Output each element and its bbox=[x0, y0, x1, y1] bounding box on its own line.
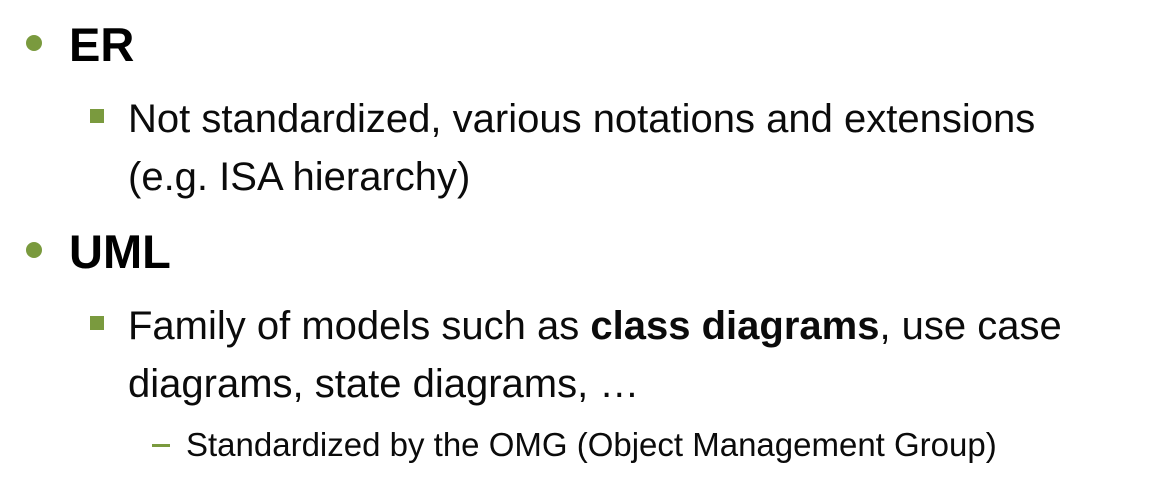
er-description-line2: (e.g. ISA hierarchy) bbox=[128, 155, 471, 199]
heading-uml: UML bbox=[69, 225, 171, 278]
circle-bullet-icon bbox=[26, 242, 42, 258]
uml-description-line1: Family of models such as class diagrams,… bbox=[128, 297, 1062, 355]
square-bullet-icon bbox=[90, 316, 104, 330]
square-bullet-icon bbox=[90, 109, 104, 123]
uml-text-after: , use case bbox=[879, 304, 1062, 348]
uml-text-bold: class diagrams bbox=[590, 304, 880, 348]
dash-bullet-icon bbox=[152, 444, 170, 447]
circle-bullet-icon bbox=[26, 35, 42, 51]
uml-omg-note: Standardized by the OMG (Object Manageme… bbox=[186, 426, 997, 463]
er-description-line1: Not standardized, various notations and … bbox=[128, 97, 1036, 141]
uml-text-before: Family of models such as bbox=[128, 304, 591, 348]
uml-description-line2: diagrams, state diagrams, … bbox=[128, 362, 640, 406]
heading-er: ER bbox=[69, 18, 135, 71]
